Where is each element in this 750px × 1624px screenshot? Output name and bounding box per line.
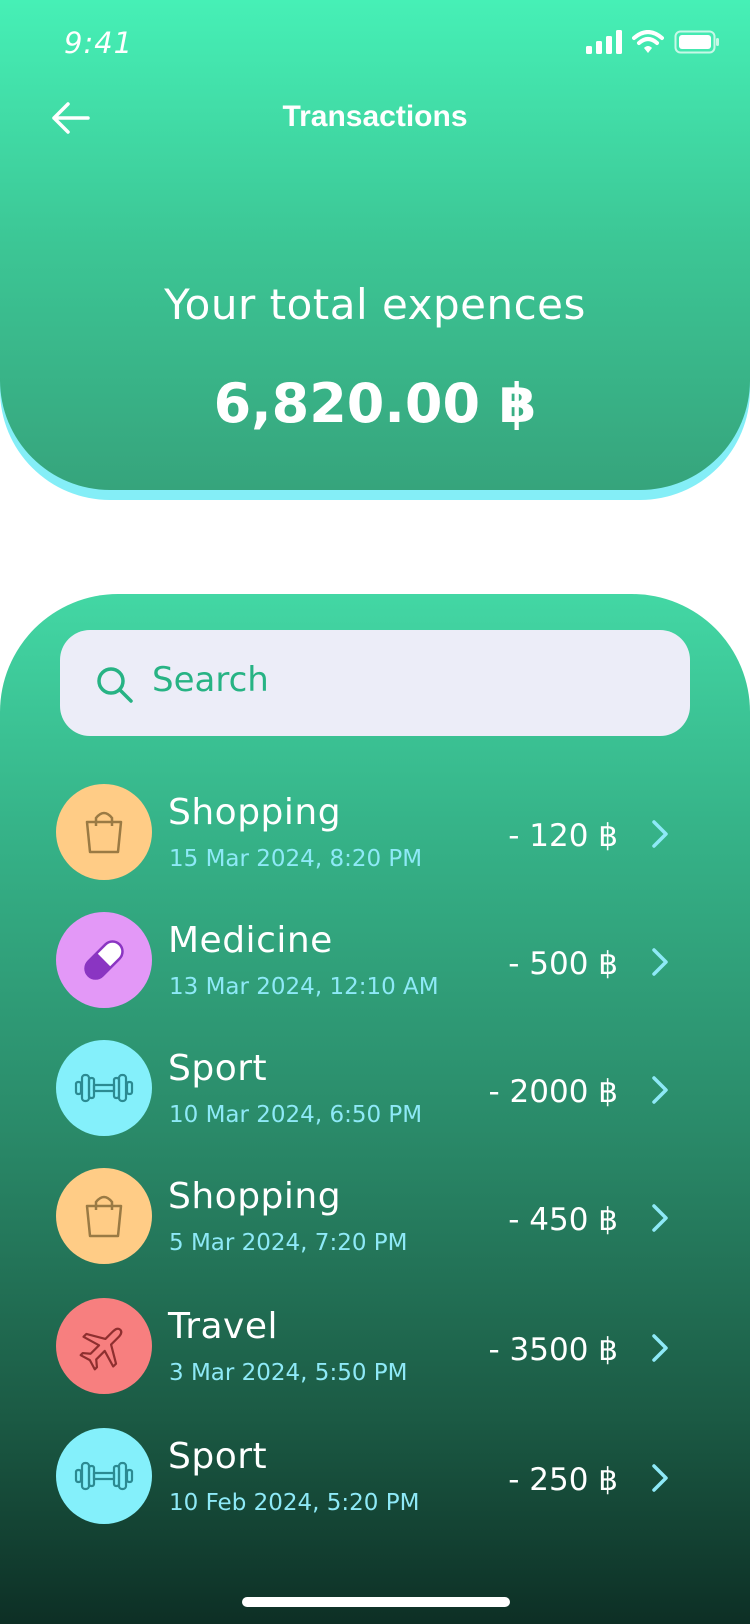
transaction-row[interactable]: Shopping 15 Mar 2024, 8:20 PM - 120 ฿ bbox=[56, 784, 696, 884]
chevron-right-icon bbox=[652, 820, 668, 848]
transaction-row[interactable]: Shopping 5 Mar 2024, 7:20 PM - 450 ฿ bbox=[56, 1168, 696, 1268]
signal-icon bbox=[586, 30, 622, 54]
category-circle bbox=[56, 1428, 152, 1524]
chevron-right-icon bbox=[652, 1204, 668, 1232]
home-indicator bbox=[242, 1597, 510, 1607]
category-circle bbox=[56, 1298, 152, 1394]
category-circle bbox=[56, 1040, 152, 1136]
transaction-amount: - 450 ฿ bbox=[508, 1202, 618, 1238]
chevron-right-icon bbox=[652, 1334, 668, 1362]
search-input[interactable]: Search bbox=[60, 630, 690, 736]
transaction-date: 10 Mar 2024, 6:50 PM bbox=[169, 1102, 423, 1128]
chevron-right-icon bbox=[652, 1076, 668, 1104]
transaction-date: 10 Feb 2024, 5:20 PM bbox=[169, 1490, 420, 1516]
dumbbell-icon bbox=[74, 1461, 134, 1491]
dumbbell-icon bbox=[74, 1073, 134, 1103]
total-expenses-value: 6,820.00 ฿ bbox=[213, 372, 537, 435]
chevron-right-icon bbox=[652, 1464, 668, 1492]
status-icons bbox=[586, 30, 720, 54]
transaction-category: Travel bbox=[168, 1306, 279, 1347]
wifi-icon bbox=[632, 30, 664, 53]
status-time: 9:41 bbox=[64, 26, 134, 60]
transaction-row[interactable]: Sport 10 Mar 2024, 6:50 PM - 2000 ฿ bbox=[56, 1040, 696, 1140]
transaction-date: 15 Mar 2024, 8:20 PM bbox=[169, 846, 423, 872]
transaction-category: Medicine bbox=[168, 920, 333, 961]
transaction-row[interactable]: Travel 3 Mar 2024, 5:50 PM - 3500 ฿ bbox=[56, 1298, 696, 1398]
battery-icon bbox=[674, 30, 719, 54]
shopping-bag-icon bbox=[85, 811, 123, 854]
header-card: 9:41 Transactions Your total expences 6,… bbox=[0, 0, 750, 490]
transaction-category: Shopping bbox=[168, 1176, 342, 1217]
category-circle bbox=[56, 784, 152, 880]
transaction-date: 5 Mar 2024, 7:20 PM bbox=[169, 1230, 408, 1256]
transaction-category: Sport bbox=[168, 1048, 268, 1089]
transaction-amount: - 250 ฿ bbox=[508, 1462, 618, 1498]
page-title: Transactions bbox=[282, 100, 468, 133]
transaction-amount: - 2000 ฿ bbox=[488, 1074, 618, 1110]
transaction-category: Sport bbox=[168, 1436, 268, 1477]
transaction-amount: - 500 ฿ bbox=[508, 946, 618, 982]
transaction-date: 13 Mar 2024, 12:10 AM bbox=[169, 974, 439, 1000]
transactions-panel: Search Shopping 15 Mar 2024, 8:20 PM - 1… bbox=[0, 594, 750, 1624]
transaction-amount: - 120 ฿ bbox=[508, 818, 618, 854]
transaction-category: Shopping bbox=[168, 792, 342, 833]
shopping-bag-icon bbox=[85, 1195, 123, 1238]
category-circle bbox=[56, 912, 152, 1008]
pill-icon bbox=[84, 940, 124, 980]
category-circle bbox=[56, 1168, 152, 1264]
transaction-date: 3 Mar 2024, 5:50 PM bbox=[169, 1360, 408, 1386]
total-expenses-label: Your total expences bbox=[164, 280, 586, 329]
search-icon bbox=[97, 667, 133, 703]
transaction-row[interactable]: Sport 10 Feb 2024, 5:20 PM - 250 ฿ bbox=[56, 1428, 696, 1528]
transaction-row[interactable]: Medicine 13 Mar 2024, 12:10 AM - 500 ฿ bbox=[56, 912, 696, 1012]
airplane-icon bbox=[79, 1327, 123, 1371]
transaction-amount: - 3500 ฿ bbox=[488, 1332, 618, 1368]
search-placeholder: Search bbox=[152, 660, 269, 700]
chevron-right-icon bbox=[652, 948, 668, 976]
